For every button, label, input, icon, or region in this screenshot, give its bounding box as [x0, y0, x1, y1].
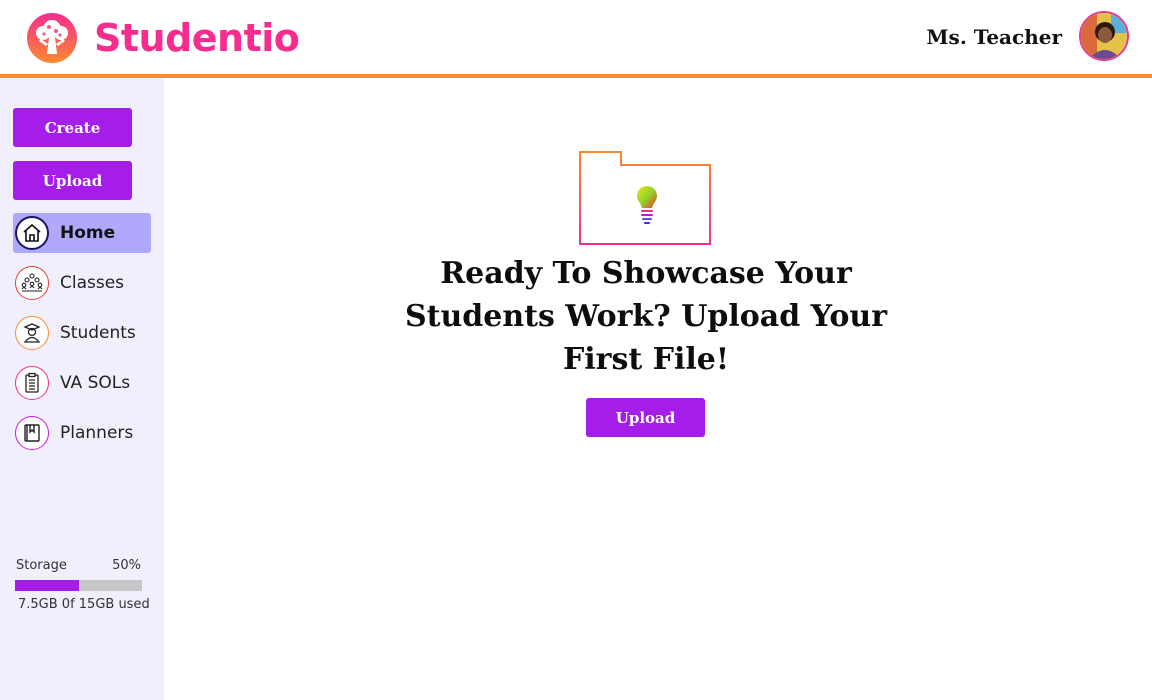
empty-state-headline: Ready To Showcase Your Students Work? Up…	[404, 256, 888, 377]
student-icon	[15, 316, 49, 350]
sidebar-item-planners[interactable]: Planners	[13, 413, 151, 453]
sidebar-item-va-sols[interactable]: VA SOLs	[13, 363, 151, 403]
sidebar-item-label: Students	[60, 323, 136, 343]
user-avatar[interactable]	[1079, 11, 1129, 61]
sidebar-item-students[interactable]: Students	[13, 313, 151, 353]
sidebar-item-label: VA SOLs	[60, 373, 131, 393]
sidebar-item-home[interactable]: Home	[13, 213, 151, 253]
upload-button[interactable]: Upload	[13, 161, 132, 200]
storage-progress-fill	[15, 580, 79, 591]
clipboard-icon	[15, 366, 49, 400]
sidebar-item-label: Classes	[60, 273, 125, 293]
planner-icon	[15, 416, 49, 450]
avatar-photo-icon	[1081, 13, 1127, 59]
storage-progress-bar	[15, 580, 142, 591]
storage-percent: 50%	[112, 558, 141, 573]
user-name[interactable]: Ms. Teacher	[926, 22, 1062, 52]
top-header: Studentio Ms. Teacher	[0, 0, 1152, 78]
sidebar: Create Upload Home Classes Students VA S…	[0, 78, 164, 700]
storage-label: Storage	[16, 558, 67, 573]
storage-row: Storage 50%	[16, 558, 141, 573]
folder-lightbulb-icon	[579, 151, 711, 245]
home-icon	[15, 216, 49, 250]
storage-used-text: 7.5GB 0f 15GB used	[18, 597, 150, 612]
sidebar-item-label: Planners	[60, 423, 134, 443]
brand-name[interactable]: Studentio	[94, 12, 300, 64]
tree-logo-icon[interactable]	[26, 12, 78, 64]
create-button[interactable]: Create	[13, 108, 132, 147]
sidebar-item-label: Home	[60, 223, 116, 243]
classes-icon	[15, 266, 49, 300]
sidebar-item-classes[interactable]: Classes	[13, 263, 151, 303]
main-upload-button[interactable]: Upload	[586, 398, 705, 437]
